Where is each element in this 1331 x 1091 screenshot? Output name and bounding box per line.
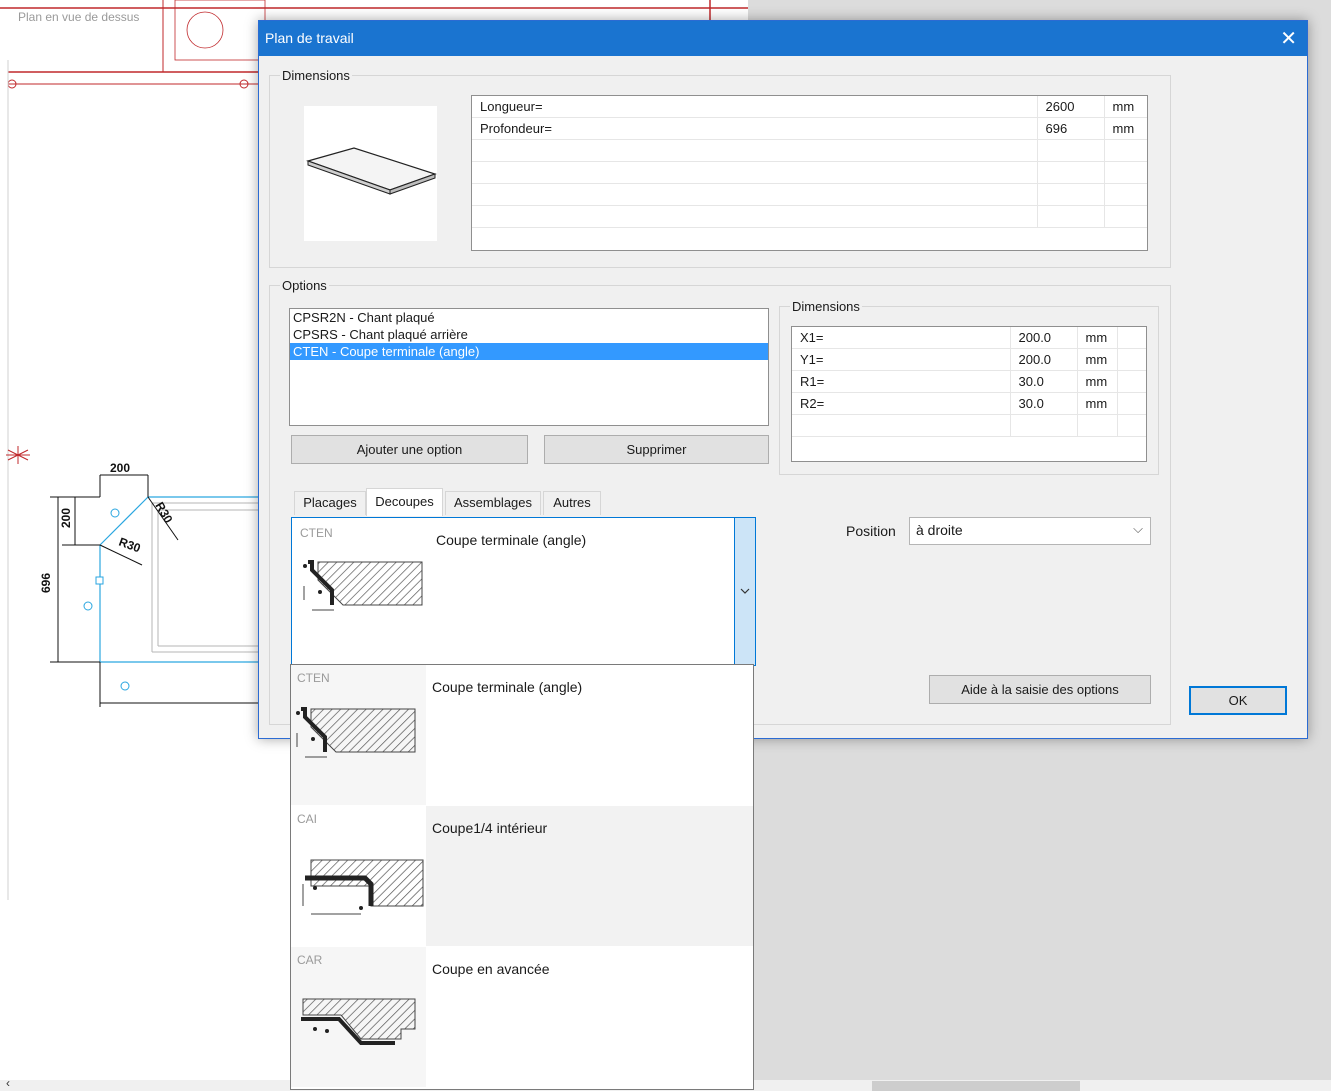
worktop-dialog: Plan de travail ✕ Dimensions Longueur= 2… [258, 20, 1308, 739]
list-item[interactable]: CPSR2N - Chant plaqué [290, 309, 768, 326]
opt-dim-value[interactable]: 200.0 [1010, 348, 1078, 371]
position-value: à droite [916, 522, 963, 538]
opt-dim-label: R2= [792, 392, 1011, 415]
dim-label: Longueur= [472, 96, 1038, 118]
scroll-left-icon[interactable]: ‹ [6, 1076, 10, 1090]
position-label: Position [846, 523, 896, 539]
opt-dim-label: X1= [792, 327, 1011, 349]
dropdown-item-car[interactable]: CAR Coupe en avancée [291, 947, 753, 1087]
position-select[interactable]: à droite ⌵ [909, 517, 1151, 545]
chevron-down-icon[interactable]: ⌵ [1133, 521, 1143, 537]
opt-dim-unit: mm [1077, 327, 1118, 349]
dim-label: Profondeur= [472, 117, 1038, 140]
cut-quarter-inner-thumbnail [291, 806, 426, 946]
opt-dim-value[interactable]: 200.0 [1010, 327, 1078, 349]
opt-dim-label: R1= [792, 370, 1011, 393]
title-bar[interactable]: Plan de travail ✕ [259, 21, 1307, 56]
dim-unit: mm [1104, 117, 1147, 140]
tab-assemblages[interactable]: Assemblages [445, 491, 541, 515]
dim-radius-2: R30 [117, 535, 143, 556]
dim-value[interactable]: 696 [1037, 117, 1105, 140]
ok-button[interactable]: OK [1189, 686, 1287, 715]
dialog-title: Plan de travail [265, 30, 354, 46]
table-row[interactable]: Y1= 200.0 mm [792, 348, 1146, 371]
close-icon[interactable]: ✕ [1280, 26, 1297, 51]
tab-placages[interactable]: Placages [294, 491, 366, 515]
list-item-selected[interactable]: CTEN - Coupe terminale (angle) [290, 343, 768, 360]
cut-angle-thumbnail [291, 665, 426, 805]
item-label: Coupe en avancée [432, 961, 550, 977]
dim-unit: mm [1104, 96, 1147, 118]
tab-autres[interactable]: Autres [543, 491, 601, 515]
add-option-button[interactable]: Ajouter une option [291, 435, 528, 464]
dimensions-grid[interactable]: Longueur= 2600 mm Profondeur= 696 mm [471, 95, 1148, 251]
cut-type-dropdown-list[interactable]: CTEN Coupe terminale (angle) CAI Coupe1/… [290, 664, 754, 1090]
opt-dim-label: Y1= [792, 348, 1011, 371]
opt-dim-unit: mm [1077, 392, 1118, 415]
scrollbar-thumb[interactable] [872, 1081, 1080, 1091]
cut-angle-thumbnail [303, 560, 423, 611]
opt-dim-unit: mm [1077, 348, 1118, 371]
dropdown-item-cai[interactable]: CAI Coupe1/4 intérieur [291, 806, 753, 946]
opt-dim-value[interactable]: 30.0 [1010, 392, 1078, 415]
table-row[interactable]: R1= 30.0 mm [792, 370, 1146, 393]
cut-advanced-thumbnail [291, 947, 426, 1087]
combo-label: Coupe terminale (angle) [436, 532, 587, 548]
view-label: Plan en vue de dessus [18, 10, 140, 24]
option-dimensions-legend: Dimensions [792, 299, 860, 314]
tab-decoupes[interactable]: Decoupes [366, 488, 443, 516]
options-list[interactable]: CPSR2N - Chant plaqué CPSRS - Chant plaq… [289, 308, 769, 426]
table-row[interactable]: Profondeur= 696 mm [472, 117, 1147, 140]
dimensions-legend: Dimensions [282, 68, 350, 83]
table-row[interactable]: X1= 200.0 mm [792, 327, 1146, 349]
table-row[interactable]: R2= 30.0 mm [792, 392, 1146, 415]
origin-marker [6, 446, 30, 464]
chevron-down-icon[interactable] [734, 518, 755, 665]
opt-dim-value[interactable]: 30.0 [1010, 370, 1078, 393]
delete-button[interactable]: Supprimer [544, 435, 769, 464]
list-item[interactable]: CPSRS - Chant plaqué arrière [290, 326, 768, 343]
item-code: CTEN [297, 671, 330, 685]
help-button[interactable]: Aide à la saisie des options [929, 675, 1151, 704]
cut-type-combobox[interactable]: CTEN Coupe terminale (angle) [291, 517, 756, 666]
item-code: CAI [297, 812, 318, 826]
options-legend: Options [282, 278, 327, 293]
dim-height-left: 200 [59, 508, 73, 528]
item-code: CAR [297, 953, 323, 967]
item-label: Coupe1/4 intérieur [432, 820, 548, 836]
opt-dim-unit: mm [1077, 370, 1118, 393]
combo-code: CTEN [300, 526, 333, 540]
worktop-preview-image [304, 106, 437, 241]
dim-width-top: 200 [110, 461, 130, 475]
dropdown-item-cten[interactable]: CTEN Coupe terminale (angle) [291, 665, 753, 805]
option-dimensions-grid[interactable]: X1= 200.0 mm Y1= 200.0 mm R1= 30.0 mm R2… [791, 326, 1147, 462]
table-row[interactable]: Longueur= 2600 mm [472, 96, 1147, 118]
item-label: Coupe terminale (angle) [432, 679, 583, 695]
dim-depth: 696 [39, 573, 53, 593]
dim-value[interactable]: 2600 [1037, 96, 1105, 118]
